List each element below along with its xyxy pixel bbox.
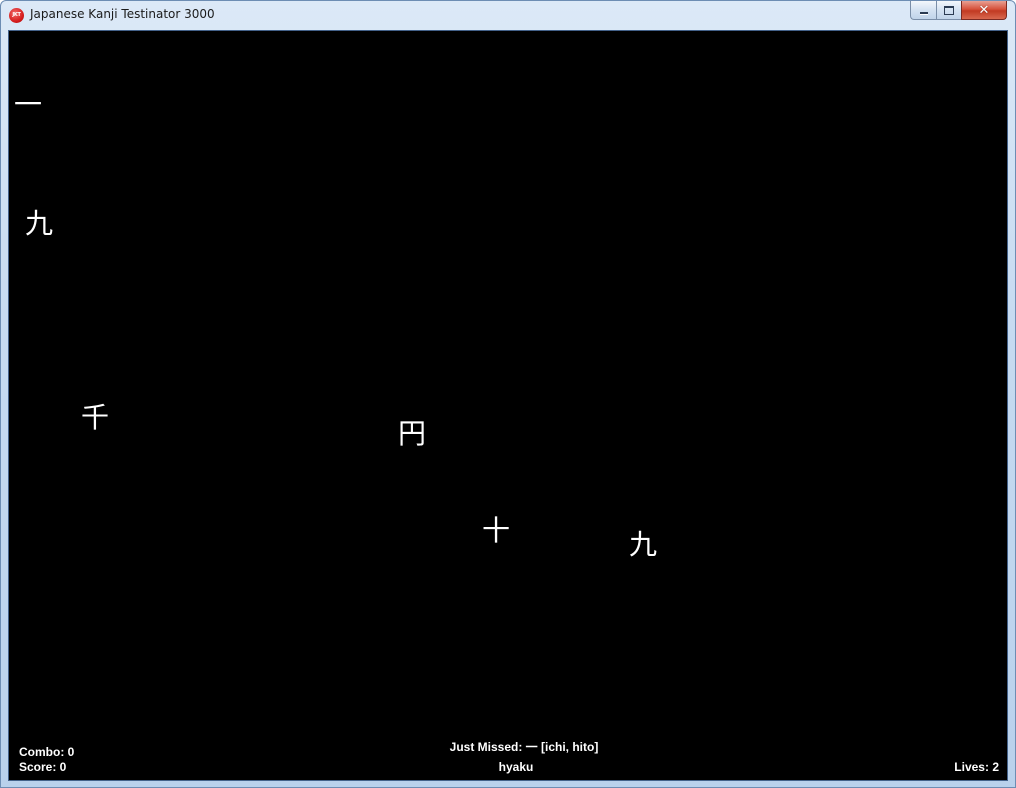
typed-input[interactable]: hyaku [499, 760, 534, 774]
score-counter: Score: 0 [19, 760, 67, 774]
app-icon[interactable]: JKT [9, 8, 24, 23]
maximize-button[interactable] [936, 1, 961, 20]
window-bottom-border [1, 781, 1015, 787]
window-controls: ✕ [910, 1, 1007, 21]
just-missed-label: Just Missed: 一 [ichi, hito] [449, 740, 599, 754]
minimize-button[interactable] [910, 1, 936, 20]
app-window: JKT Japanese Kanji Testinator 3000 ✕ 一 九… [0, 0, 1016, 788]
title-bar[interactable]: JKT Japanese Kanji Testinator 3000 ✕ [1, 1, 1015, 30]
combo-counter: Combo: 0 [19, 745, 75, 759]
falling-kanji: 九 [629, 528, 658, 561]
falling-kanji: 千 [81, 401, 110, 434]
falling-kanji: 九 [25, 207, 54, 240]
game-canvas[interactable]: 一 九 千 円 十 九 Combo: 0 Score: 0 Just Misse… [8, 30, 1008, 781]
falling-kanji: 十 [482, 514, 511, 547]
falling-kanji: 一 [14, 88, 43, 121]
maximize-icon [944, 5, 954, 15]
close-button[interactable]: ✕ [961, 1, 1007, 20]
minimize-icon [919, 12, 928, 14]
close-icon: ✕ [978, 2, 990, 18]
falling-kanji: 円 [398, 417, 427, 450]
window-title: Japanese Kanji Testinator 3000 [30, 7, 215, 21]
lives-counter: Lives: 2 [954, 760, 999, 774]
